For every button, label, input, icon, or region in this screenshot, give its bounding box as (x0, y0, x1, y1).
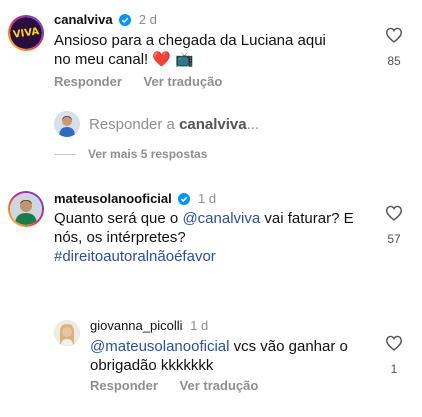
timestamp: 1 d (190, 318, 209, 333)
heart-icon (385, 335, 403, 351)
comment-header: giovanna_picolli 1 d (90, 318, 208, 333)
reply-button[interactable]: Responder (54, 74, 122, 89)
verified-badge-icon (178, 193, 191, 208)
avatar-giovanna-picolli[interactable] (54, 320, 80, 346)
avatar-mateusolanooficial[interactable] (8, 191, 44, 227)
username[interactable]: canalviva (54, 12, 113, 27)
mention-link[interactable]: @canalviva (182, 210, 260, 227)
reply-button[interactable]: Responder (90, 378, 158, 393)
comment-header: mateusolanooficial 1 d (54, 191, 216, 208)
viva-logo: VIVA (10, 17, 42, 49)
timestamp: 1 d (198, 191, 217, 206)
like-button[interactable]: 85 (380, 27, 408, 68)
like-count: 57 (387, 232, 401, 246)
like-count: 1 (390, 362, 398, 376)
mention-link[interactable]: @mateusolanooficial (90, 338, 229, 355)
comment-giovanna-picolli: giovanna_picolli 1 d @mateusolanooficial… (0, 312, 422, 417)
verified-badge-icon (119, 14, 132, 29)
reply-input[interactable]: Responder a canalviva... (89, 116, 259, 133)
comment-canalviva: VIVA canalviva 2 d Ansioso para a chegad… (0, 0, 422, 110)
username[interactable]: giovanna_picolli (90, 318, 183, 333)
current-user-avatar (54, 111, 80, 137)
heart-icon (385, 205, 403, 221)
comment-mateusolanooficial: mateusolanooficial 1 d Quanto será que o… (0, 180, 422, 280)
translate-button[interactable]: Ver tradução (144, 74, 223, 89)
comment-text: Ansioso para a chegada da Luciana aqui n… (54, 32, 326, 68)
view-more-replies-button[interactable]: Ver mais 5 respostas (54, 147, 207, 161)
like-button[interactable]: 1 (380, 335, 408, 376)
avatar-canalviva[interactable]: VIVA (8, 15, 44, 51)
comment-actions: Responder Ver tradução (90, 378, 258, 393)
comment-text: @mateusolanooficial vcs vão ganhar o obr… (90, 338, 348, 374)
username[interactable]: mateusolanooficial (54, 191, 172, 206)
like-button[interactable]: 57 (380, 205, 408, 246)
translate-button[interactable]: Ver tradução (180, 378, 259, 393)
comment-text: Quanto será que o @canalviva vai faturar… (54, 210, 354, 265)
like-count: 85 (387, 54, 401, 68)
comment-actions: Responder Ver tradução (54, 74, 222, 89)
heart-icon (385, 27, 403, 43)
hashtag-link[interactable]: #direitoautoralnãoéfavor (54, 248, 216, 265)
comment-header: canalviva 2 d (54, 12, 157, 29)
timestamp: 2 d (138, 12, 157, 27)
